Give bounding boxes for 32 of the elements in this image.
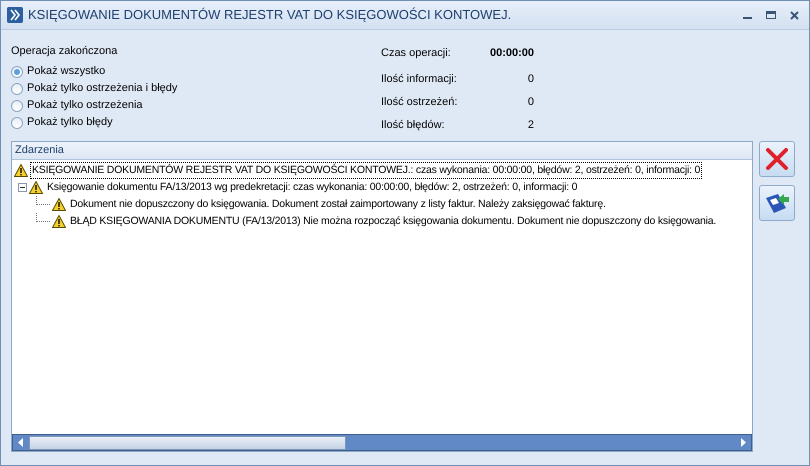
close-icon [765,147,789,171]
horizontal-scrollbar[interactable] [12,434,752,451]
warning-icon [14,164,28,177]
status-text: Operacja zakończona [11,44,118,59]
stat-value: 0 [528,72,534,88]
stat-value: 00:00:00 [490,46,534,61]
events-header: Zdarzenia [12,142,752,160]
filter-radio[interactable]: Pokaż wszystko [11,63,381,80]
event-text[interactable]: Dokument nie dopuszczony do księgowania. Dokument został zaimportowany z listy faktur. Należy zaksięgować fakturę. [68,196,608,213]
collapse-toggle[interactable] [18,183,27,192]
stat-label: Ilość błędów: [381,118,445,134]
filter-radio[interactable]: Pokaż tylko ostrzeżenia [11,97,381,114]
stat-value: 0 [528,95,534,110]
maximize-button[interactable] [766,11,776,19]
filter-radio[interactable]: Pokaż tylko ostrzeżenia i błędy [11,80,381,97]
save-button[interactable] [759,185,795,221]
cancel-button[interactable] [759,141,795,177]
stat-label: Ilość informacji: [381,72,457,88]
event-text[interactable]: Księgowanie dokumentu FA/13/2013 wg predekretacji: czas wykonania: 00:00:00, błędów: 2, ostrzeżeń: 0, informacji: 0 [45,179,580,196]
event-text[interactable]: KSIĘGOWANIE DOKUMENTÓW REJESTR VAT DO KSIĘGOWOŚCI KONTOWEJ.: czas wykonania: 00:00:00, błędów: 2, ostrzeżeń: 0, informacji: 0 [30,162,702,179]
app-logo-icon [7,7,23,23]
stat-label: Ilość ostrzeżeń: [381,95,458,110]
event-text[interactable]: BŁĄD KSIĘGOWANIA DOKUMENTU (FA/13/2013) Nie można rozpocząć księgowania dokumentu. Dokument nie dopuszczony do księgowania. [68,213,718,230]
stat-value: 2 [528,118,534,134]
scroll-thumb[interactable] [29,436,346,450]
warning-icon [29,181,43,194]
warning-icon [52,198,66,211]
stat-label: Czas operacji: [381,46,451,61]
filter-radio[interactable]: Pokaż tylko błędy [11,114,381,131]
window-title: KSIĘGOWANIE DOKUMENTÓW REJESTR VAT DO KSIĘGOWOŚCI KONTOWEJ. [28,6,512,24]
warning-icon [52,215,66,228]
close-button[interactable] [790,10,799,20]
